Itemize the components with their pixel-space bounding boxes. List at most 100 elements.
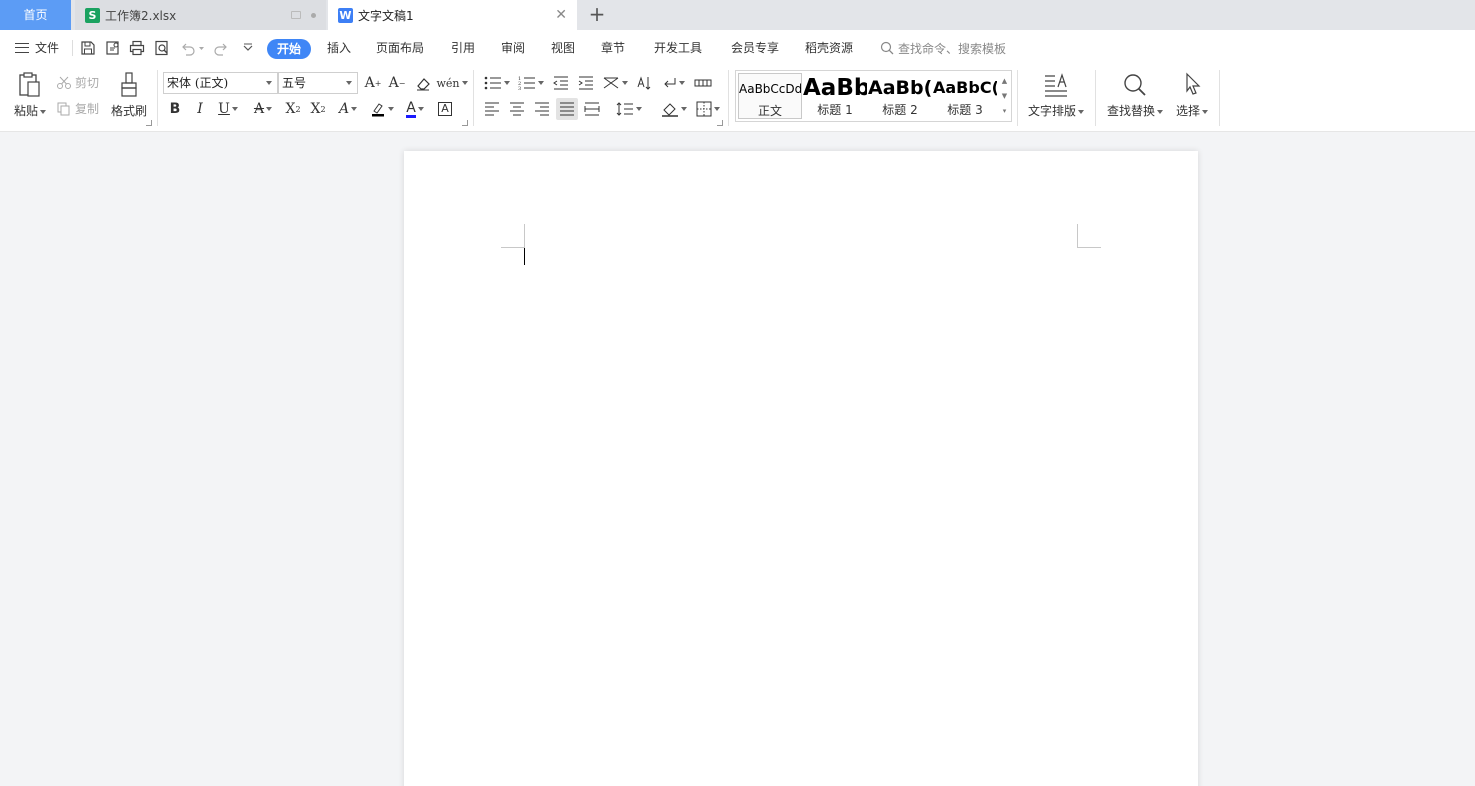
tab-home[interactable]: 首页	[0, 0, 71, 30]
character-border-icon[interactable]: A	[434, 98, 456, 120]
align-center-icon[interactable]	[506, 98, 528, 120]
style-heading-2[interactable]: AaBb( 标题 2	[868, 73, 932, 119]
shading-icon[interactable]	[659, 98, 689, 120]
text-layout-icon	[1045, 73, 1067, 97]
scroll-up-icon[interactable]: ▲	[1000, 74, 1009, 89]
clipboard-icon	[19, 72, 40, 97]
menu-tab-member[interactable]: 会员专享	[731, 30, 779, 66]
style-heading-2-name: 标题 2	[882, 103, 918, 117]
undo-icon[interactable]	[178, 39, 206, 57]
decrease-font-size-icon[interactable]: A −	[386, 72, 408, 94]
styles-scroll[interactable]: ▲ ▼ ▾	[1000, 74, 1009, 120]
style-heading-3-preview: AaBbC(	[933, 78, 997, 97]
underline-icon[interactable]: U	[213, 98, 243, 120]
style-heading-3[interactable]: AaBbC( 标题 3	[933, 73, 997, 119]
expand-gallery-icon[interactable]: ▾	[1000, 104, 1009, 119]
style-normal-preview: AaBbCcDd	[739, 82, 802, 96]
superscript-icon[interactable]: X2	[282, 98, 304, 120]
group-divider	[1017, 70, 1018, 126]
margin-corner-top-left	[501, 224, 525, 248]
format-painter-label: 格式刷	[110, 104, 147, 118]
tab-bar: 首页 S 工作簿2.xlsx W 文字文稿1 ✕ +	[0, 0, 1475, 30]
select-label: 选择	[1175, 104, 1200, 118]
text-layout-button[interactable]: 文字排版	[1026, 70, 1086, 119]
search-icon	[880, 41, 894, 55]
cursor-arrow-icon	[1186, 72, 1201, 95]
style-heading-1-name: 标题 1	[817, 103, 853, 117]
font-launcher[interactable]	[462, 120, 468, 126]
copy-label: 复制	[75, 102, 100, 116]
close-tab-icon[interactable]: ✕	[555, 7, 567, 23]
style-heading-1[interactable]: AaBb 标题 1	[803, 73, 867, 119]
style-heading-3-name: 标题 3	[947, 103, 983, 117]
find-replace-button[interactable]: 查找替换	[1105, 70, 1165, 119]
menu-tab-docer[interactable]: 稻壳资源	[805, 30, 853, 66]
font-name-select[interactable]: 宋体 (正文)	[163, 72, 278, 94]
text-effect-icon[interactable]: A	[333, 98, 363, 120]
menu-tab-section[interactable]: 章节	[601, 30, 625, 66]
file-menu[interactable]: 文件	[15, 30, 59, 66]
menu-tab-page-layout[interactable]: 页面布局	[376, 30, 424, 66]
writer-doc-icon: W	[338, 7, 353, 23]
menu-tab-developer[interactable]: 开发工具	[654, 30, 702, 66]
print-preview-icon[interactable]	[153, 39, 171, 57]
highlight-icon[interactable]	[367, 98, 397, 120]
scroll-down-icon[interactable]: ▼	[1000, 89, 1009, 104]
justify-icon[interactable]	[556, 98, 578, 120]
paste-label: 粘贴	[13, 104, 38, 118]
new-tab-button[interactable]: +	[586, 3, 608, 27]
show-hide-marks-icon[interactable]	[658, 72, 688, 94]
align-left-icon[interactable]	[481, 98, 503, 120]
table-tools-icon[interactable]	[692, 72, 714, 94]
export-pdf-icon[interactable]	[104, 39, 122, 57]
redo-icon[interactable]	[213, 39, 231, 57]
sort-icon[interactable]	[633, 72, 655, 94]
bullets-icon[interactable]	[482, 72, 512, 94]
format-painter-button[interactable]: 格式刷	[108, 70, 150, 119]
clear-formatting-icon[interactable]	[412, 72, 434, 94]
clipboard-launcher[interactable]	[146, 120, 152, 126]
customize-quick-access-icon[interactable]	[239, 39, 257, 57]
menu-tab-insert[interactable]: 插入	[327, 30, 351, 66]
bold-icon[interactable]: B	[164, 98, 186, 120]
strikethrough-icon[interactable]: A	[248, 98, 278, 120]
font-size-select[interactable]: 五号	[278, 72, 358, 94]
spreadsheet-icon: S	[85, 7, 100, 23]
save-icon[interactable]	[79, 39, 97, 57]
scissors-icon	[57, 76, 71, 89]
italic-icon[interactable]: I	[189, 98, 211, 120]
cut-button[interactable]: 剪切	[56, 74, 99, 91]
document-page[interactable]	[404, 151, 1198, 786]
increase-font-size-icon[interactable]: A +	[362, 72, 384, 94]
menu-tab-start[interactable]: 开始	[267, 39, 311, 59]
distribute-icon[interactable]	[581, 98, 603, 120]
menu-tab-references[interactable]: 引用	[451, 30, 475, 66]
unsaved-dot-icon	[311, 12, 316, 18]
menu-tab-review[interactable]: 审阅	[501, 30, 525, 66]
borders-icon[interactable]	[693, 98, 723, 120]
numbering-icon[interactable]: 123	[516, 72, 546, 94]
select-button[interactable]: 选择	[1172, 70, 1212, 119]
subscript-icon[interactable]: X2	[307, 98, 329, 120]
paragraph-launcher[interactable]	[717, 120, 723, 126]
increase-indent-icon[interactable]	[575, 72, 597, 94]
line-spacing-icon[interactable]	[614, 98, 644, 120]
document-canvas[interactable]	[0, 132, 1475, 786]
file-menu-label: 文件	[35, 41, 60, 55]
print-icon[interactable]	[128, 39, 146, 57]
tab-document[interactable]: W 文字文稿1 ✕	[328, 0, 577, 30]
paste-button[interactable]: 粘贴	[12, 70, 48, 119]
tab-workbook[interactable]: S 工作簿2.xlsx	[75, 0, 326, 30]
styles-gallery: AaBbCcDd 正文 AaBb 标题 1 AaBb( 标题 2 AaBbC( …	[735, 70, 1012, 122]
style-heading-2-preview: AaBb(	[868, 77, 932, 99]
menu-tab-view[interactable]: 视图	[551, 30, 575, 66]
phonetic-guide-icon[interactable]: wén	[437, 72, 468, 94]
command-search[interactable]: 查找命令、搜索模板	[880, 30, 1006, 66]
align-right-icon[interactable]	[531, 98, 553, 120]
chinese-layout-icon[interactable]	[600, 72, 630, 94]
style-normal[interactable]: AaBbCcDd 正文	[738, 73, 802, 119]
decrease-indent-icon[interactable]	[550, 72, 572, 94]
font-color-icon[interactable]: A	[400, 98, 430, 120]
monitor-icon[interactable]	[291, 11, 301, 19]
copy-button[interactable]: 复制	[56, 100, 99, 117]
